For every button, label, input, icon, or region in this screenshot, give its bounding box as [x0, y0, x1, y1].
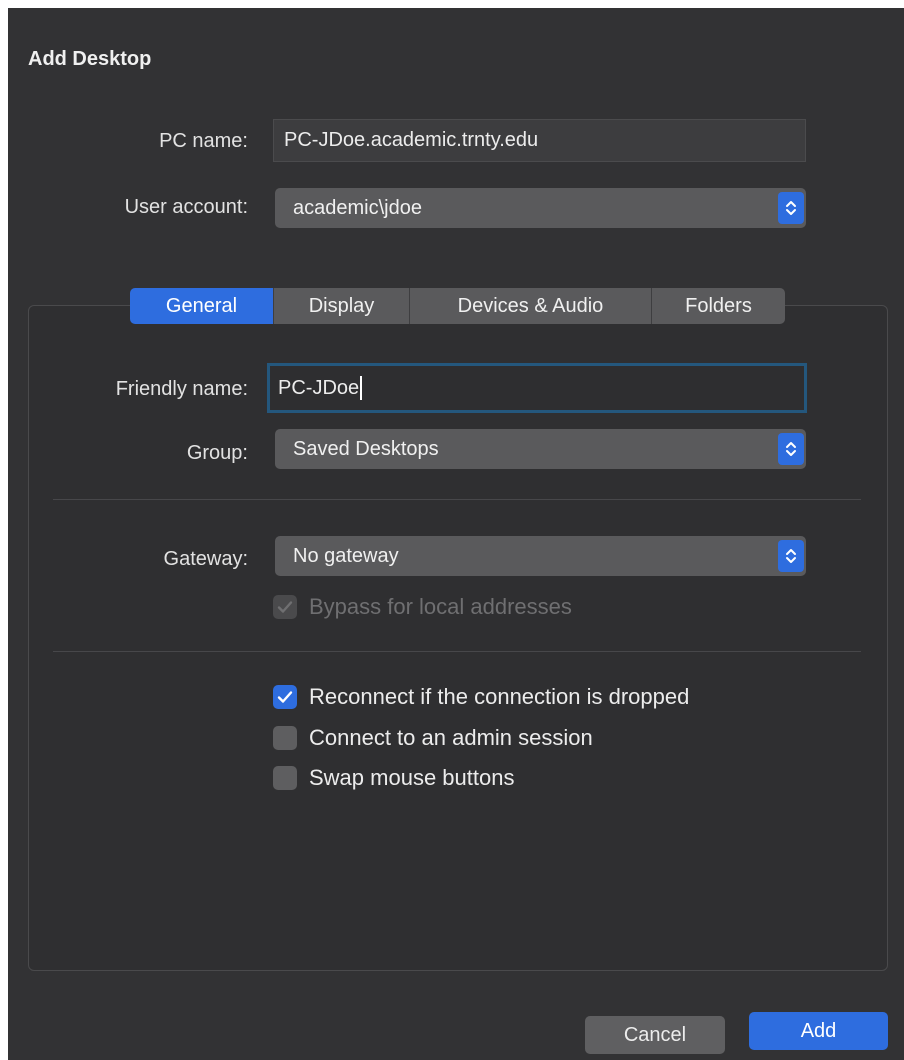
user-account-value: academic\jdoe — [293, 196, 422, 219]
friendly-name-field[interactable]: PC-JDoe — [267, 363, 807, 413]
reconnect-checkbox-row[interactable]: Reconnect if the connection is dropped — [273, 684, 689, 710]
divider — [53, 651, 861, 652]
reconnect-label: Reconnect if the connection is dropped — [309, 684, 690, 709]
pc-name-field[interactable]: PC-JDoe.academic.trnty.edu — [273, 119, 806, 162]
group-value: Saved Desktops — [293, 437, 439, 460]
swap-mouse-checkbox-row[interactable]: Swap mouse buttons — [273, 765, 514, 791]
friendly-name-value: PC-JDoe — [278, 376, 360, 399]
tab-folders[interactable]: Folders — [652, 288, 785, 324]
add-desktop-dialog: Add Desktop PC name: PC-JDoe.academic.tr… — [8, 8, 904, 1060]
gateway-value: No gateway — [293, 544, 399, 567]
swap-mouse-checkbox[interactable] — [273, 766, 297, 790]
bypass-local-label: Bypass for local addresses — [309, 594, 572, 619]
pc-name-value: PC-JDoe.academic.trnty.edu — [284, 129, 539, 151]
checkmark-icon — [277, 601, 293, 613]
divider — [53, 499, 861, 500]
chevron-up-down-icon — [778, 540, 804, 572]
group-label: Group: — [186, 442, 248, 464]
user-account-popup[interactable]: academic\jdoe — [275, 188, 806, 228]
tab-general[interactable]: General — [130, 288, 274, 324]
bypass-local-checkbox — [273, 595, 297, 619]
chevron-up-down-icon — [778, 192, 804, 224]
cancel-button[interactable]: Cancel — [585, 1016, 725, 1054]
reconnect-checkbox[interactable] — [273, 685, 297, 709]
admin-session-checkbox[interactable] — [273, 726, 297, 750]
group-popup[interactable]: Saved Desktops — [275, 429, 806, 469]
checkmark-icon — [277, 691, 293, 703]
gateway-label: Gateway: — [163, 548, 248, 570]
user-account-label: User account: — [124, 196, 248, 218]
gateway-popup[interactable]: No gateway — [275, 536, 806, 576]
tab-display[interactable]: Display — [274, 288, 410, 324]
swap-mouse-label: Swap mouse buttons — [309, 765, 515, 790]
bypass-local-checkbox-row: Bypass for local addresses — [273, 594, 572, 620]
tab-devices-audio[interactable]: Devices & Audio — [410, 288, 652, 324]
pc-name-label: PC name: — [159, 130, 248, 152]
admin-session-checkbox-row[interactable]: Connect to an admin session — [273, 725, 593, 751]
chevron-up-down-icon — [778, 433, 804, 465]
admin-session-label: Connect to an admin session — [309, 725, 593, 750]
text-cursor — [360, 376, 363, 400]
friendly-name-label: Friendly name: — [115, 378, 248, 400]
add-button[interactable]: Add — [749, 1012, 888, 1050]
dialog-title: Add Desktop — [28, 48, 152, 70]
tab-bar: General Display Devices & Audio Folders — [130, 288, 785, 324]
